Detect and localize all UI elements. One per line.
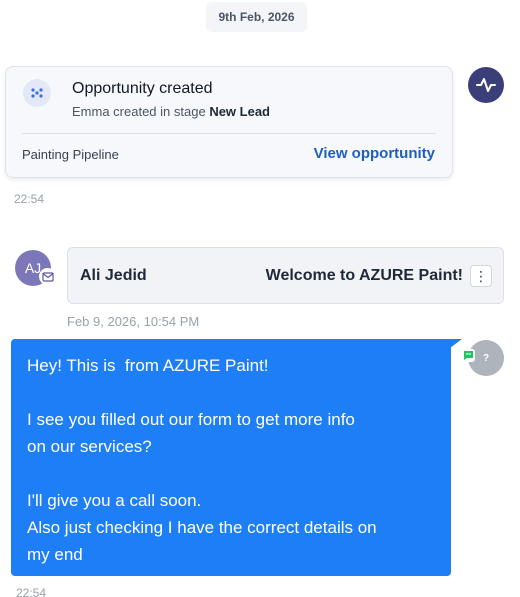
message-line [27, 379, 435, 406]
message-line: I see you filled out our form to get mor… [27, 410, 355, 429]
email-subject: Welcome to AZURE Paint! [265, 267, 463, 284]
sms-message-bubble: Hey! This is from AZURE Paint! I see you… [11, 339, 451, 576]
opportunity-time: 22:54 [14, 192, 45, 206]
message-line: my end [27, 545, 83, 564]
email-message-card[interactable]: Ali Jedid Welcome to AZURE Paint! ⋮ [67, 247, 504, 304]
sms-time: 22:54 [16, 586, 47, 597]
message-line [27, 460, 435, 487]
opportunity-title: Opportunity created [72, 80, 213, 97]
message-line: on our services? [27, 437, 152, 456]
divider [22, 133, 436, 134]
pipeline-icon [23, 79, 51, 107]
pipeline-name: Painting Pipeline [22, 147, 119, 162]
more-options-icon[interactable]: ⋮ [470, 265, 492, 287]
opportunity-subtitle: Emma created in stage New Lead [72, 104, 270, 119]
opportunity-stage: New Lead [209, 104, 270, 119]
opportunity-card: Opportunity created Emma created in stag… [5, 66, 453, 178]
message-line: Also just checking I have the correct de… [27, 518, 377, 537]
activity-pulse-icon [468, 67, 504, 103]
mail-icon [39, 268, 56, 285]
view-opportunity-link[interactable]: View opportunity [314, 145, 435, 162]
email-timestamp: Feb 9, 2026, 10:54 PM [67, 314, 200, 329]
message-line: I'll give you a call soon. [27, 491, 202, 510]
email-sender: Ali Jedid [80, 267, 147, 284]
opportunity-subtitle-prefix: Emma created in stage [72, 104, 206, 119]
sms-icon [462, 349, 475, 362]
date-separator: 9th Feb, 2026 [206, 2, 307, 32]
message-line: Hey! This is from AZURE Paint! [27, 356, 269, 375]
